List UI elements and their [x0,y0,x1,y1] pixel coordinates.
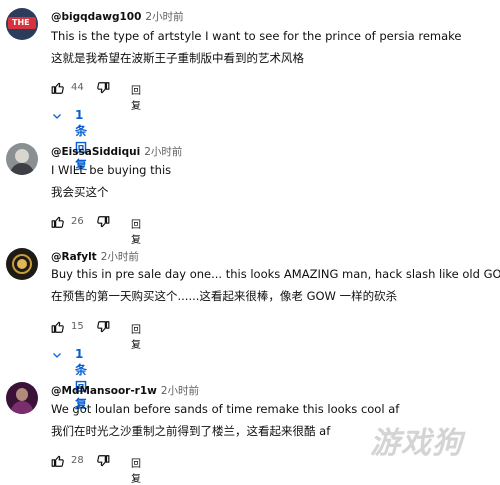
dislike-button[interactable] [96,320,110,334]
comment-text: Buy this in pre sale day one... this loo… [51,267,500,281]
avatar[interactable] [6,248,38,280]
thumbs-up-icon [51,216,64,228]
comment-text: We got loulan before sands of time remak… [51,402,400,416]
timestamp[interactable]: 2小时前 [101,251,139,263]
like-count: 28 [71,455,84,466]
like-count: 26 [71,216,84,227]
timestamp[interactable]: 2小时前 [144,146,182,158]
author-name[interactable]: @Rafylt [51,251,97,263]
like-count: 15 [71,321,84,332]
dislike-button[interactable] [96,454,110,468]
chevron-down-icon [53,114,61,119]
comment-translation: 在预售的第一天购买这个......这看起来很棒，像老 GOW 一样的砍杀 [51,289,398,303]
thumbs-down-icon [97,455,110,467]
timestamp[interactable]: 2小时前 [161,385,199,397]
avatar[interactable] [6,382,38,414]
thumbs-down-icon [97,216,110,228]
chevron-down-icon [53,353,61,358]
dislike-button[interactable] [96,215,110,229]
like-button[interactable] [51,215,65,229]
like-button[interactable] [51,81,65,95]
thumbs-down-icon [97,82,110,94]
comment-translation: 我们在时光之沙重制之前得到了楼兰，这看起来很酷 af [51,424,331,438]
comment-translation: 这就是我希望在波斯王子重制版中看到的艺术风格 [51,51,304,65]
comment: @Rafylt 2小时前 Buy this in pre sale day one… [0,243,500,411]
reply-button[interactable]: 回复 [131,321,141,351]
comment-text: I WILL be buying this [51,163,172,177]
like-button[interactable] [51,320,65,334]
comment-meta: @MdMansoor-r1w 2小时前 [51,383,199,398]
avatar-text: THE [12,18,30,27]
dislike-button[interactable] [96,81,110,95]
avatar[interactable] [6,143,38,175]
watermark-logo: 游戏狗 [370,426,463,461]
thumbs-up-icon [51,82,64,94]
comment-translation: 我会买这个 [51,185,109,199]
author-name[interactable]: @bigqdawg100 [51,11,141,23]
comment-meta: @EissaSiddiqui 2小时前 [51,144,182,159]
comment-meta: @bigqdawg100 2小时前 [51,9,184,24]
like-count: 44 [71,82,84,93]
thumbs-up-icon [51,455,64,467]
comment: @EissaSiddiqui 2小时前 I WILL be buying this… [0,135,500,246]
timestamp[interactable]: 2小时前 [145,11,183,23]
author-name[interactable]: @MdMansoor-r1w [51,385,157,397]
thumbs-down-icon [97,321,110,333]
reply-button[interactable]: 回复 [131,455,141,485]
comment-meta: @Rafylt 2小时前 [51,249,139,264]
like-button[interactable] [51,454,65,468]
reply-button[interactable]: 回复 [131,82,141,112]
comment: THE @bigqdawg100 2小时前 This is the type of… [0,0,500,172]
reply-button[interactable]: 回复 [131,216,141,246]
comment-text: This is the type of artstyle I want to s… [51,29,462,43]
author-name[interactable]: @EissaSiddiqui [51,146,140,158]
thumbs-up-icon [51,321,64,333]
avatar[interactable]: THE [6,8,38,40]
